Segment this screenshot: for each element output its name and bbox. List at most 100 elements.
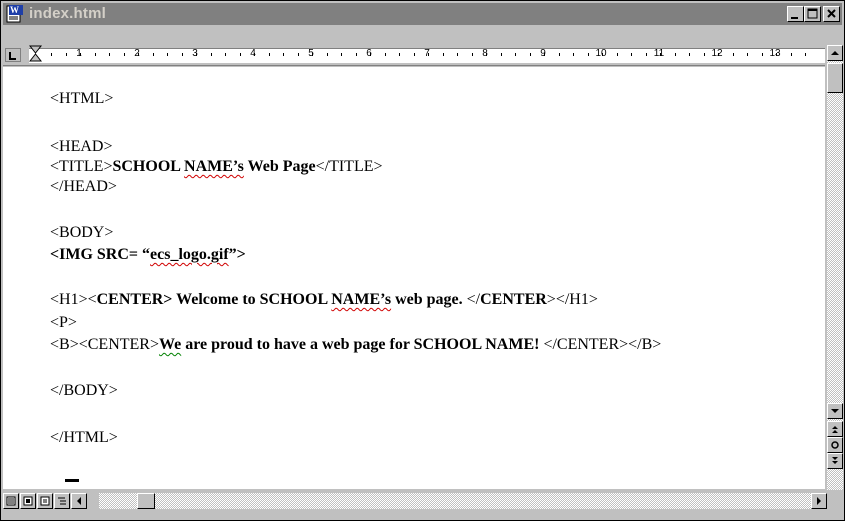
ruler-tick — [472, 53, 473, 56]
horizontal-scroll-thumb[interactable] — [137, 493, 155, 509]
document-area[interactable]: <HTML> <HEAD> <TITLE>SCHOOL NAME’s Web P… — [3, 67, 825, 489]
ruler-tick — [486, 53, 487, 56]
ruler-number: 11 — [653, 48, 665, 59]
ruler-tick — [225, 53, 226, 56]
ruler-tick — [515, 53, 516, 56]
next-page-icon — [832, 457, 838, 464]
word-document-icon[interactable]: W — [6, 5, 24, 23]
maximize-icon — [807, 8, 818, 19]
scroll-down-icon — [831, 409, 839, 413]
ruler-tick — [124, 53, 125, 56]
online-layout-icon — [23, 496, 33, 506]
minimize-button[interactable] — [787, 6, 804, 22]
normal-view-icon — [6, 496, 16, 506]
code-line: <IMG SRC= “ecs_logo.gif”> — [50, 246, 246, 263]
ruler-tick — [559, 53, 560, 56]
scroll-left-button[interactable] — [71, 493, 87, 509]
ruler-tick — [443, 53, 444, 56]
code-line: </BODY> — [50, 382, 118, 399]
ruler-tick — [211, 53, 212, 56]
ruler-tick — [385, 53, 386, 56]
ruler-number: 12 — [711, 48, 723, 59]
ruler-number: 10 — [595, 48, 607, 59]
ruler-tick — [791, 53, 792, 56]
ruler-tick — [138, 53, 139, 56]
horizontal-scroll-track[interactable] — [99, 493, 811, 509]
ruler-tick — [327, 53, 328, 56]
ruler-tick — [312, 53, 313, 56]
vertical-scrollbar[interactable] — [827, 45, 843, 490]
ruler[interactable]: 1 2 3 4 5 6 7 8 9 10 11 12 13 — [3, 45, 825, 66]
ruler-tick — [762, 53, 763, 56]
ruler-tick — [660, 53, 661, 56]
tab-stop-icon — [9, 52, 16, 60]
ruler-tick — [399, 53, 400, 56]
scroll-right-button[interactable] — [811, 493, 827, 509]
page-layout-view-button[interactable] — [37, 493, 53, 509]
ruler-tick — [240, 53, 241, 56]
previous-page-icon — [832, 426, 838, 433]
ruler-tick — [530, 53, 531, 56]
ruler-tick — [544, 53, 545, 56]
close-button[interactable] — [823, 6, 840, 22]
indent-marker[interactable] — [29, 45, 43, 65]
ruler-number: 13 — [769, 48, 781, 59]
minimize-icon — [791, 17, 798, 19]
ruler-tick — [805, 53, 806, 56]
previous-page-button[interactable] — [827, 421, 843, 437]
outline-view-button[interactable] — [54, 493, 70, 509]
normal-view-button[interactable] — [3, 493, 19, 509]
code-line: </HEAD> — [50, 178, 117, 195]
ruler-tick — [196, 53, 197, 56]
code-line: </HTML> — [50, 429, 118, 446]
ruler-tick — [747, 53, 748, 56]
maximize-button[interactable] — [804, 6, 821, 22]
title-bar[interactable]: W index.html — [3, 3, 842, 25]
grammar-error: We — [158, 336, 182, 353]
size-grip-corner — [827, 492, 843, 510]
ruler-tick — [414, 53, 415, 56]
page-layout-icon — [40, 496, 50, 506]
outline-view-icon — [58, 497, 66, 505]
online-layout-view-button[interactable] — [20, 493, 36, 509]
ruler-tick — [254, 53, 255, 56]
code-line: <P> — [50, 314, 77, 331]
tab-stop-selector[interactable] — [5, 48, 21, 62]
horizontal-scrollbar[interactable] — [3, 492, 827, 510]
ruler-tick — [588, 53, 589, 56]
ruler-tick — [341, 53, 342, 56]
vertical-scroll-thumb[interactable] — [827, 63, 843, 93]
ruler-tick — [370, 53, 371, 56]
scroll-up-button[interactable] — [827, 45, 843, 61]
ruler-tick — [109, 53, 110, 56]
next-page-button[interactable] — [827, 453, 843, 469]
ruler-tick — [95, 53, 96, 56]
ruler-tick — [631, 53, 632, 56]
ruler-tick — [283, 53, 284, 56]
ruler-tick — [573, 53, 574, 56]
ruler-tick — [457, 53, 458, 56]
ruler-tick — [617, 53, 618, 56]
spelling-error: NAME’s — [184, 158, 244, 175]
ruler-tick — [428, 53, 429, 56]
end-of-document-marker — [65, 479, 79, 482]
ruler-tick — [646, 53, 647, 56]
code-line: <HTML> — [50, 90, 114, 107]
ruler-tick — [66, 53, 67, 56]
code-line: <BODY> — [50, 224, 114, 241]
select-browse-object-button[interactable] — [827, 437, 843, 453]
ruler-tick — [602, 53, 603, 56]
scroll-right-icon — [817, 497, 821, 505]
ruler-tick — [675, 53, 676, 56]
ruler-tick — [51, 53, 52, 56]
spelling-error: ecs_logo.gif — [150, 246, 229, 263]
ruler-tick — [689, 53, 690, 56]
scroll-down-button[interactable] — [827, 403, 843, 419]
svg-text:W: W — [10, 5, 19, 15]
ruler-tick — [182, 53, 183, 56]
ruler-tick — [80, 53, 81, 56]
window-title: index.html — [29, 5, 107, 22]
code-line: <HEAD> — [50, 138, 113, 155]
ruler-tick — [776, 53, 777, 56]
ruler-tick — [356, 53, 357, 56]
